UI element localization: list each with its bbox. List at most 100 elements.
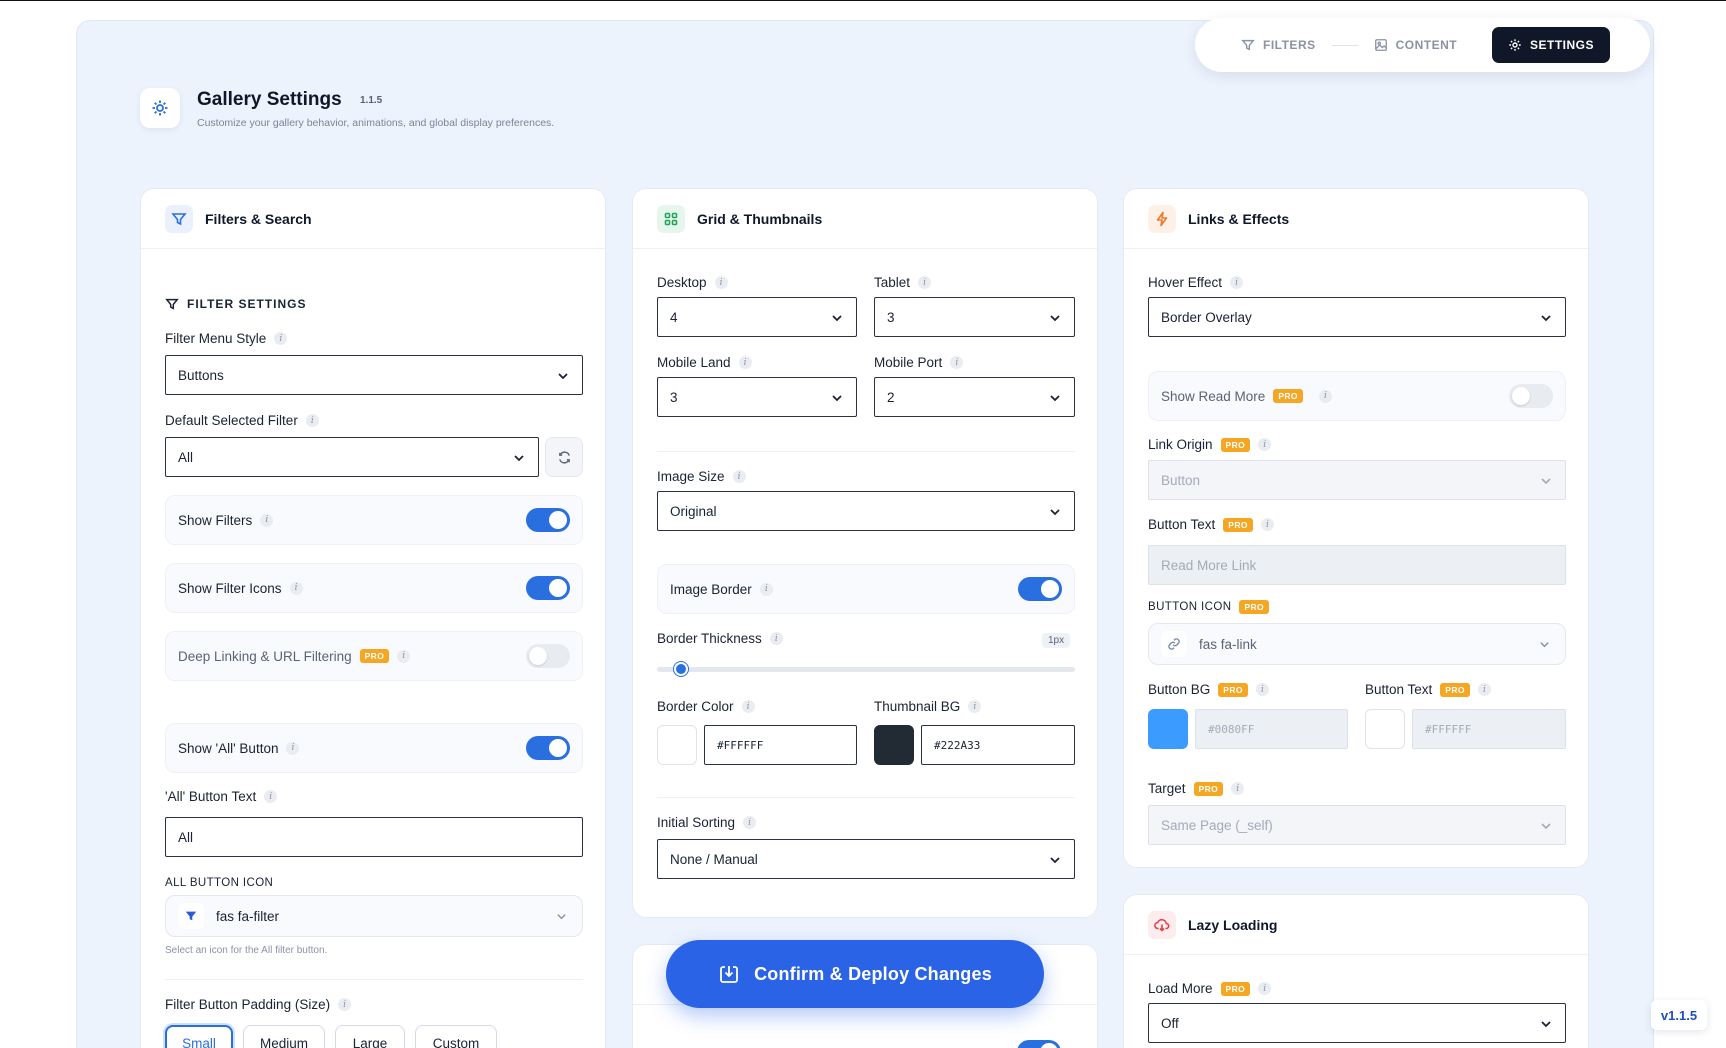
button-text-color-input[interactable]: #FFFFFF — [1412, 709, 1566, 749]
mobile-land-columns-select[interactable]: 3 — [657, 377, 857, 417]
info-icon[interactable]: i — [1318, 389, 1332, 403]
tab-content[interactable]: CONTENT — [1358, 27, 1474, 63]
field-label: 'All' Button Text i — [165, 789, 278, 804]
load-more-select[interactable]: Off — [1148, 1003, 1566, 1043]
info-icon[interactable]: i — [1231, 782, 1245, 795]
chevron-down-icon — [1050, 315, 1060, 322]
chevron-down-icon — [557, 914, 566, 920]
target-select[interactable]: Same Page (_self) — [1148, 805, 1566, 845]
info-icon[interactable]: i — [743, 816, 757, 829]
image-border-row: Image Border i — [657, 564, 1075, 614]
desktop-columns-select[interactable]: 4 — [657, 297, 857, 337]
hover-effect-label: Hover Effect — [1148, 275, 1223, 290]
filter-menu-style-select[interactable]: Buttons — [165, 355, 583, 395]
border-thickness-slider-thumb[interactable] — [674, 662, 688, 676]
tab-settings[interactable]: SETTINGS — [1491, 27, 1610, 63]
info-icon[interactable]: i — [759, 582, 773, 596]
toggle-switch[interactable] — [1017, 1040, 1061, 1048]
initial-sorting-select[interactable]: None / Manual — [657, 839, 1075, 879]
info-icon[interactable]: i — [1258, 438, 1272, 451]
info-icon[interactable]: i — [918, 276, 932, 289]
info-icon[interactable]: i — [1255, 683, 1269, 696]
padding-option-custom[interactable]: Custom — [415, 1025, 497, 1048]
info-icon[interactable]: i — [732, 470, 746, 483]
tab-filters[interactable]: FILTERS — [1225, 27, 1332, 63]
info-icon[interactable]: i — [286, 741, 300, 755]
show-all-toggle[interactable] — [526, 736, 570, 760]
button-icon-select[interactable]: fas fa-link — [1148, 623, 1566, 665]
field-label: Border Thickness i — [657, 631, 783, 646]
show-filter-icons-toggle[interactable] — [526, 576, 570, 600]
input-value: Read More Link — [1161, 557, 1257, 573]
field-label: Button Text PRO i — [1365, 682, 1491, 697]
link-origin-label: Link Origin — [1148, 437, 1213, 452]
border-color-input[interactable]: #FFFFFF — [704, 725, 857, 765]
show-read-more-toggle[interactable] — [1509, 384, 1553, 408]
select-value: 3 — [887, 309, 895, 325]
padding-option-medium[interactable]: Medium — [243, 1025, 325, 1048]
info-icon[interactable]: i — [264, 790, 278, 803]
pro-badge: PRO — [1223, 517, 1253, 532]
lightning-icon — [1148, 204, 1176, 233]
padding-option-large[interactable]: Large — [335, 1025, 405, 1048]
button-bg-input[interactable]: #0080FF — [1195, 709, 1348, 749]
padding-option-small[interactable]: Small — [165, 1025, 233, 1048]
input-value: All — [178, 829, 194, 845]
image-border-toggle[interactable] — [1018, 577, 1062, 601]
link-origin-select[interactable]: Button — [1148, 460, 1566, 500]
info-icon[interactable]: i — [968, 700, 982, 713]
info-icon[interactable]: i — [397, 649, 411, 663]
show-filter-icons-row: Show Filter Icons i — [165, 563, 583, 613]
info-icon[interactable]: i — [1477, 683, 1491, 696]
deep-linking-toggle[interactable] — [526, 644, 570, 668]
input-value: #FFFFFF — [717, 738, 764, 752]
field-label: Button BG PRO i — [1148, 682, 1269, 697]
border-thickness-value: 1px — [1042, 633, 1071, 648]
all-button-icon-select[interactable]: fas fa-filter — [165, 895, 583, 937]
chevron-down-icon — [514, 455, 524, 462]
info-icon[interactable]: i — [738, 356, 752, 369]
tab-settings-label: SETTINGS — [1529, 38, 1594, 52]
info-icon[interactable]: i — [769, 632, 783, 645]
border-color-swatch[interactable] — [657, 725, 697, 765]
select-value: 4 — [670, 309, 678, 325]
chevron-down-icon — [1541, 478, 1551, 485]
mobile-port-columns-select[interactable]: 2 — [874, 377, 1075, 417]
tablet-columns-select[interactable]: 3 — [874, 297, 1075, 337]
field-label: Link Origin PRO i — [1148, 437, 1272, 452]
info-icon[interactable]: i — [305, 414, 319, 427]
confirm-deploy-button[interactable]: Confirm & Deploy Changes — [666, 940, 1044, 1008]
all-button-text-input[interactable]: All — [165, 817, 583, 857]
show-filters-toggle[interactable] — [526, 508, 570, 532]
funnel-icon — [165, 204, 193, 233]
info-icon[interactable]: i — [741, 700, 755, 713]
info-icon[interactable]: i — [274, 332, 288, 345]
info-icon[interactable]: i — [289, 581, 303, 595]
info-icon[interactable]: i — [1260, 518, 1274, 531]
pro-badge: PRO — [359, 649, 390, 663]
button-bg-swatch[interactable] — [1148, 709, 1188, 749]
info-icon[interactable]: i — [1230, 276, 1244, 289]
thumbnail-bg-input[interactable]: #222A33 — [921, 725, 1075, 765]
hover-effect-select[interactable]: Border Overlay — [1148, 297, 1566, 337]
info-icon[interactable]: i — [338, 998, 352, 1011]
button-text-color-swatch[interactable] — [1365, 709, 1405, 749]
default-filter-select[interactable]: All — [165, 437, 539, 477]
chevron-down-icon — [1050, 509, 1060, 516]
info-icon[interactable]: i — [714, 276, 728, 289]
toggle-label: Show Filters — [178, 512, 253, 528]
lazy-loading-card: Lazy Loading Load More PRO i Off — [1123, 894, 1589, 1048]
field-label: Hover Effect i — [1148, 275, 1244, 290]
button-text-input[interactable]: Read More Link — [1148, 545, 1566, 585]
show-all-row: Show 'All' Button i — [165, 723, 583, 773]
field-label: Tablet i — [874, 275, 932, 290]
border-thickness-slider-track[interactable] — [657, 667, 1075, 672]
field-label: ALL BUTTON ICON — [165, 877, 273, 889]
info-icon[interactable]: i — [950, 356, 964, 369]
image-size-select[interactable]: Original — [657, 491, 1075, 531]
info-icon[interactable]: i — [1258, 982, 1272, 995]
refresh-button[interactable] — [545, 437, 583, 477]
chevron-down-icon — [558, 373, 568, 380]
info-icon[interactable]: i — [260, 513, 274, 527]
thumbnail-bg-swatch[interactable] — [874, 725, 914, 765]
